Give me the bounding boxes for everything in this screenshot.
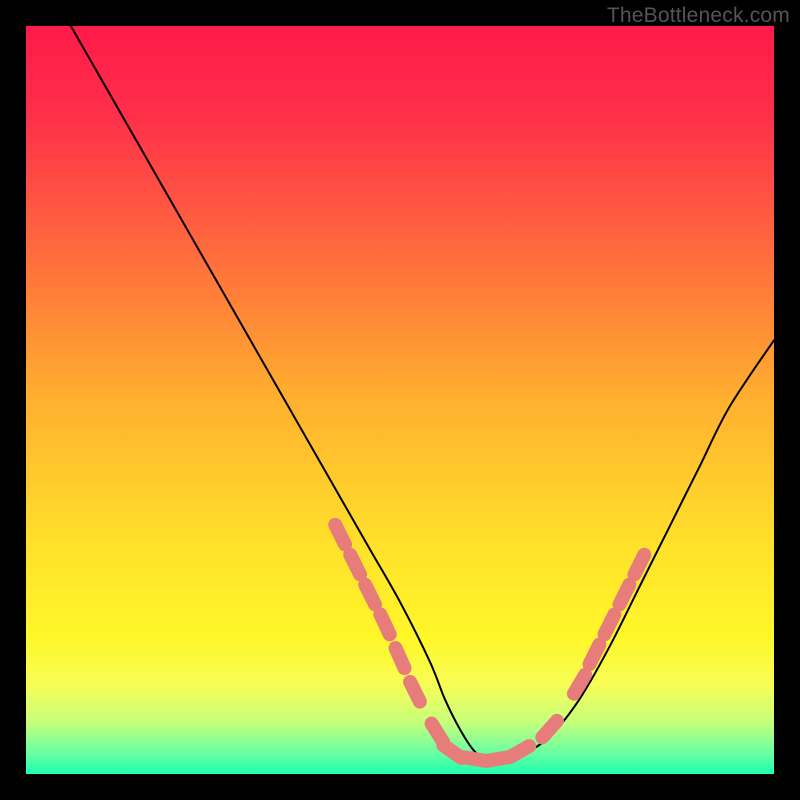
bead-marker [380,614,389,634]
bead-marker [510,746,529,757]
bead-marker [634,555,644,575]
bead-marker [365,585,375,605]
bead-marker [350,555,360,575]
curve-layer [26,26,774,774]
bead-marker [396,648,405,668]
watermark-text: TheBottleneck.com [607,4,790,28]
bead-marker [590,644,600,664]
bead-marker [335,525,345,545]
plot-area [26,26,774,774]
bottleneck-curve [71,26,774,759]
bead-marker [619,585,629,605]
chart-frame: TheBottleneck.com [0,0,800,800]
bead-marker [410,682,420,702]
bead-marker [574,675,585,694]
bead-marker [542,721,557,737]
highlight-beads [335,525,644,761]
bead-marker [605,615,615,635]
